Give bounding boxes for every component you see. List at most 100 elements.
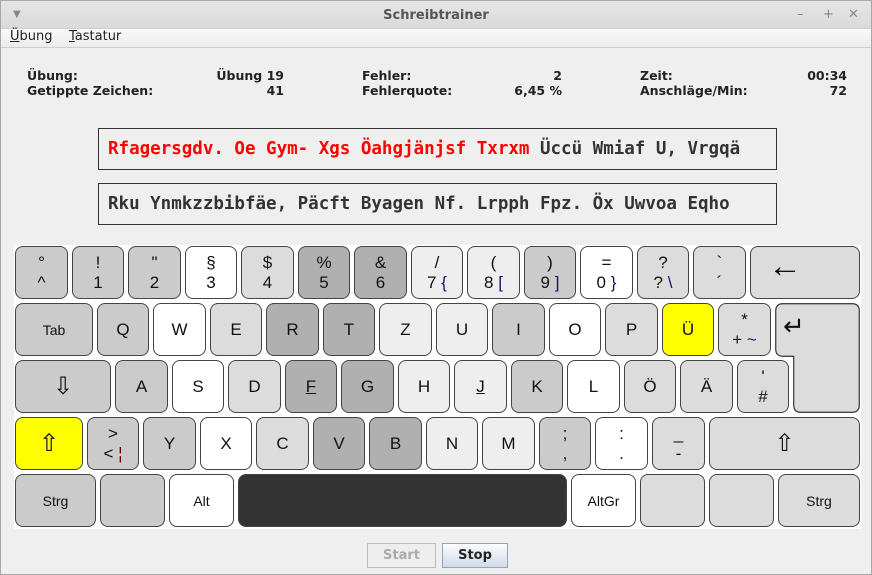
key--[interactable]: _ - [652,417,705,470]
key-label: I [516,320,521,339]
key-ä[interactable]: Ä [680,360,733,413]
key-^[interactable]: ° ^ [15,246,68,299]
key-shift-label: ° [38,253,45,272]
key-n[interactable]: N [426,417,478,470]
key-label: 2 [149,273,160,292]
key-g[interactable]: G [341,360,394,413]
key-menu[interactable] [709,474,774,527]
key-e[interactable]: E [210,303,262,356]
key-label: AltGr [587,492,620,509]
key-altgr-label: ¦ [118,444,123,463]
key-label: # [758,387,768,406]
key-q[interactable]: Q [97,303,149,356]
key-a[interactable]: A [115,360,168,413]
stop-button[interactable]: Stop [442,543,508,568]
key-label: Z [400,320,411,339]
key-#[interactable]: ' # [737,360,789,413]
key-label: A [135,377,148,396]
key-f[interactable]: F [285,360,337,413]
key-u[interactable]: U [436,303,488,356]
key-space[interactable] [238,474,567,527]
key-3[interactable]: § 3 [185,246,237,299]
uebung-label: Übung: [27,68,78,83]
key-i[interactable]: I [492,303,545,356]
key-o[interactable]: O [549,303,601,356]
key-´[interactable]: ` ´ [693,246,746,299]
key-v[interactable]: V [313,417,365,470]
key-h[interactable]: H [398,360,450,413]
uebung-value: Übung 19 [216,68,284,83]
key-shift-label: * [741,310,748,329]
key-+[interactable]: * + ~ [718,303,771,356]
key-altgr[interactable]: AltGr [571,474,636,527]
key-7[interactable]: /7 { [411,246,463,299]
key-win[interactable] [100,474,165,527]
key-shift-right[interactable]: ⇧ [709,417,860,470]
key-6[interactable]: & 6 [354,246,407,299]
key-j[interactable]: J [454,360,507,413]
key-9[interactable]: ) 9 ] [524,246,576,299]
menu-tastatur[interactable]: Tastatur [69,29,121,44]
key-x[interactable]: X [200,417,252,470]
key-w[interactable]: W [153,303,206,356]
key-ü[interactable]: Ü [662,303,714,356]
key-2[interactable]: " 2 [128,246,181,299]
key-l[interactable]: L [567,360,620,413]
zeit-label: Zeit: [640,68,673,83]
getippt-label: Getippte Zeichen: [27,83,154,98]
key-label: 7 [427,273,437,292]
key-win-right[interactable] [640,474,705,527]
key-strg[interactable]: Strg [778,474,860,527]
key-1[interactable]: ! 1 [72,246,124,299]
key-r[interactable]: R [266,303,319,356]
key-backspace[interactable]: ← [750,246,860,299]
key-label: ? [653,273,663,292]
key-shift-label: ! [95,253,101,272]
close-icon[interactable]: ✕ [848,7,859,22]
key-shift-left[interactable]: ⇧ [15,417,83,470]
key-b[interactable]: B [369,417,422,470]
key-label: F [305,377,317,396]
key-label: K [531,377,543,396]
key-label: + [732,330,743,349]
key-shift-label: _ [673,424,684,443]
title-bar: ▼ Schreibtrainer – + ✕ [1,1,871,29]
key-shift-label: ` [716,253,723,272]
key-label: , [562,444,568,463]
key-0[interactable]: = 0 } [580,246,633,299]
minimize-icon[interactable]: – [797,7,804,22]
menu-uebung[interactable]: Übung [10,29,53,44]
key-shift-label: ' [761,367,765,386]
key-s[interactable]: S [172,360,224,413]
key-k[interactable]: K [511,360,563,413]
key-d[interactable]: D [228,360,281,413]
key-.[interactable]: :. [595,417,648,470]
key-m[interactable]: M [482,417,535,470]
key-t[interactable]: T [323,303,375,356]
key-8[interactable]: (8 [ [467,246,520,299]
key-y[interactable]: Y [143,417,196,470]
key-ö[interactable]: Ö [624,360,676,413]
key-,[interactable]: ;, [539,417,591,470]
start-button[interactable]: Start [367,543,436,568]
key-p[interactable]: P [605,303,658,356]
key-caps-lock[interactable]: ⇩ [15,360,111,413]
maximize-icon[interactable]: + [823,7,834,22]
key-4[interactable]: $4 [241,246,294,299]
key-label: Strg [806,492,832,509]
key-<[interactable]: > < ¦ [87,417,139,470]
key-label: Alt [193,492,210,509]
key-label: E [230,320,242,339]
key-shift-label: > [108,424,118,443]
key-strg[interactable]: Strg [15,474,96,527]
key-label: Q [116,320,130,339]
key-?[interactable]: ?? \ [637,246,689,299]
key-altgr-label: { [441,273,447,292]
key-5[interactable]: % 5 [298,246,350,299]
key-alt[interactable]: Alt [169,474,234,527]
key-z[interactable]: Z [379,303,432,356]
key-tab[interactable]: Tab [15,303,93,356]
fehler-value: 2 [553,68,562,83]
key-c[interactable]: C [256,417,309,470]
key-label: B [389,434,402,453]
